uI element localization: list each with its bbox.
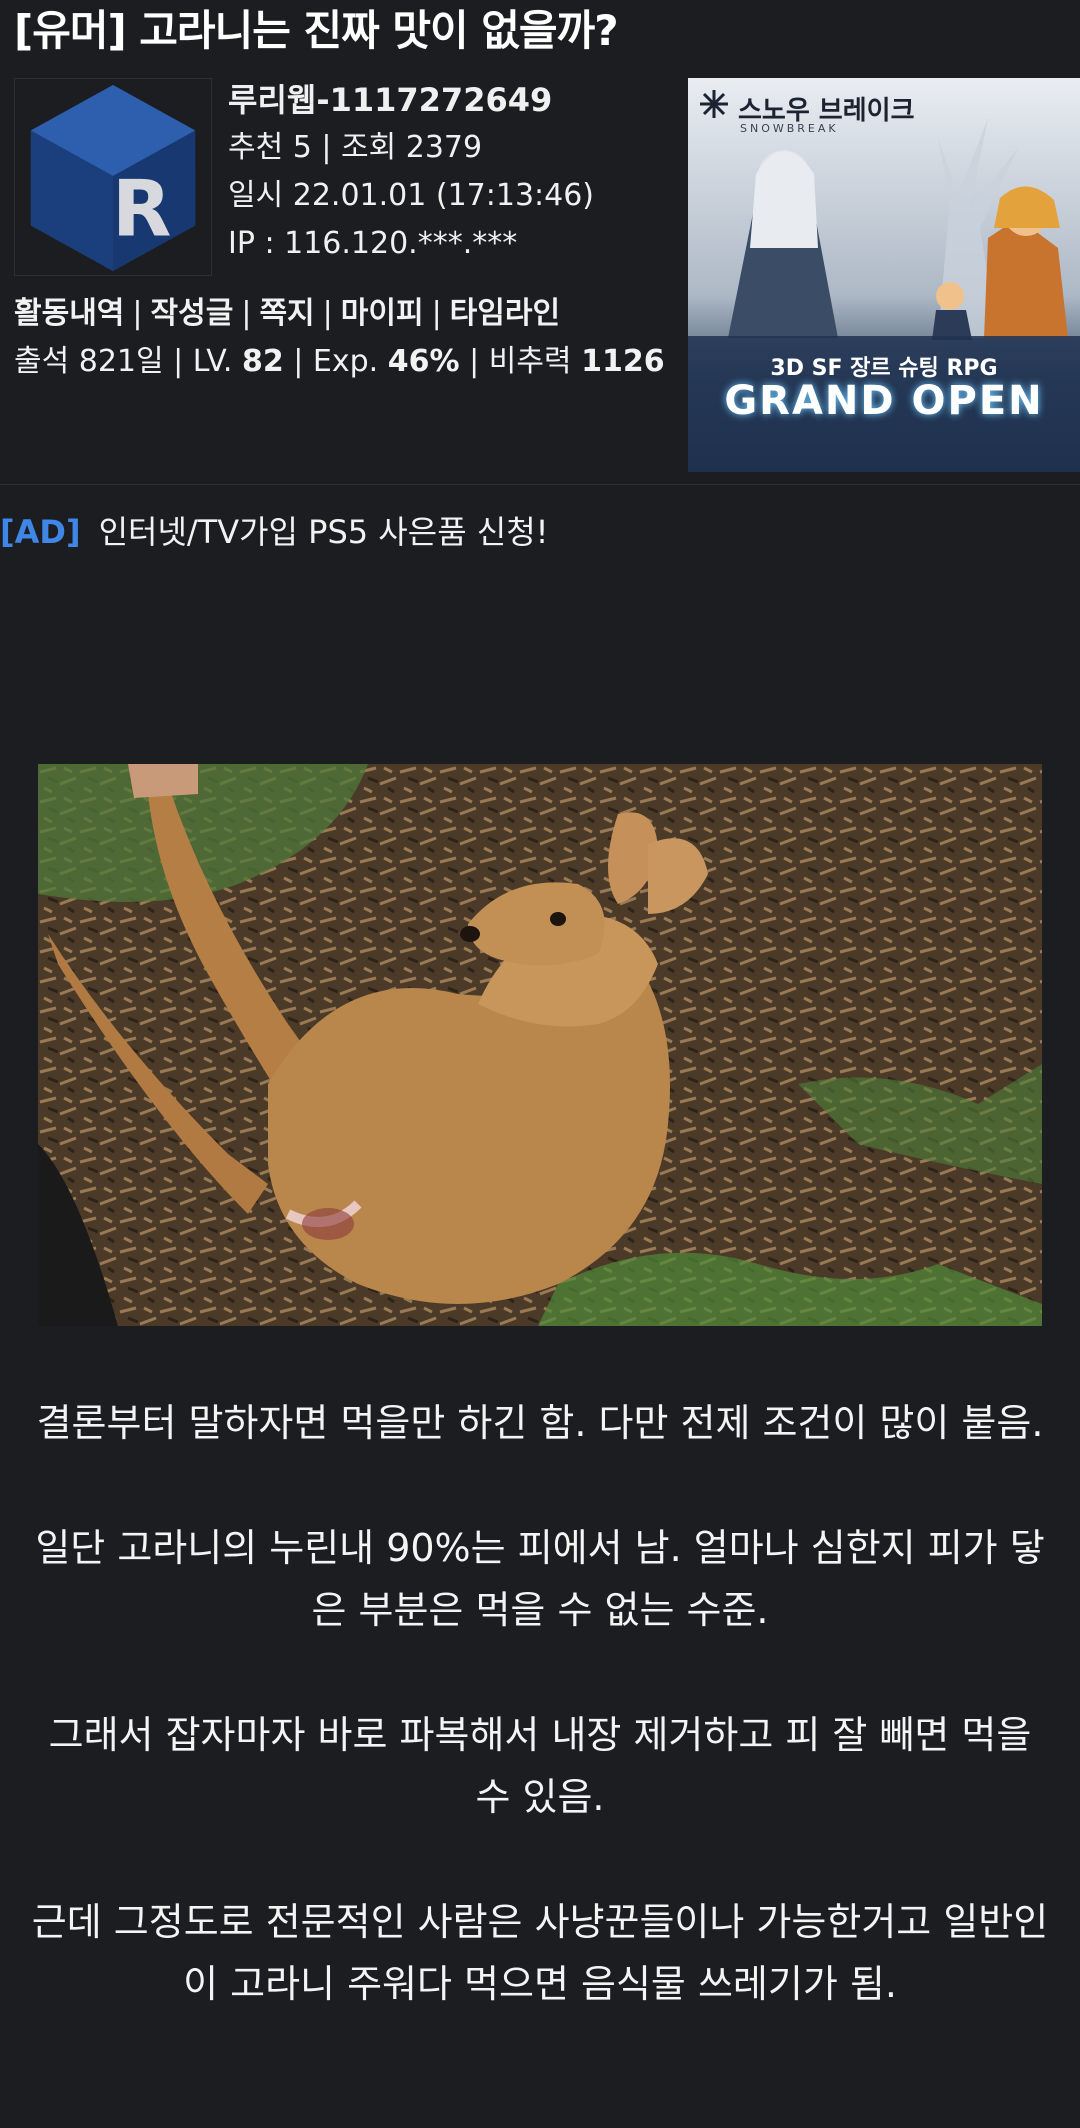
link-separator: | xyxy=(322,296,333,331)
ad-tag: [AD] xyxy=(0,513,81,551)
activity-link[interactable]: 활동내역 xyxy=(14,296,124,331)
content-paragraph: 결론부터 말하자면 먹을만 하긴 함. 다만 전제 조건이 많이 붙음. xyxy=(36,1401,1044,1445)
timeline-link[interactable]: 타임라인 xyxy=(450,296,560,331)
post-datetime: 일시 22.01.01 (17:13:46) xyxy=(228,178,595,213)
post-image xyxy=(38,764,1042,1326)
posts-link[interactable]: 작성글 xyxy=(151,296,234,331)
exp-value: 46% xyxy=(387,344,460,379)
post-content: 결론부터 말하자면 먹을만 하긴 함. 다만 전제 조건이 많이 붙음. 일단 … xyxy=(30,1392,1050,2078)
avatar-cube-icon: R xyxy=(30,84,196,272)
water-deer-photo xyxy=(38,764,1042,1326)
power-label: | 비추력 xyxy=(469,344,572,379)
profile-stats: 출석 821일 | LV. 82 | Exp. 46% | 비추력 1126 xyxy=(14,338,665,386)
snowbreak-logo-icon xyxy=(700,90,728,118)
author-nickname[interactable]: 루리웹-1117272649 xyxy=(228,76,594,124)
exp-label: | Exp. xyxy=(293,344,379,379)
link-separator: | xyxy=(241,296,252,331)
message-link[interactable]: 쪽지 xyxy=(259,296,314,331)
content-paragraph: 근데 그정도로 전문적인 사람은 사냥꾼들이나 가능한거고 일반인이 고라니 주… xyxy=(31,1900,1049,2006)
header-divider xyxy=(0,484,1080,485)
text-ad[interactable]: [AD] 인터넷/TV가입 PS5 사은품 신청! xyxy=(0,508,549,556)
content-paragraph: 일단 고라니의 누린내 90%는 피에서 남. 얼마나 심한지 피가 닿은 부분… xyxy=(35,1526,1045,1632)
author-ip: IP : 116.120.***.*** xyxy=(228,226,518,261)
banner-brand-sub: SNOWBREAK xyxy=(740,122,839,135)
link-separator: | xyxy=(132,296,143,331)
author-info: 루리웹-1117272649 추천 5 | 조회 2379 일시 22.01.0… xyxy=(228,76,594,268)
link-separator: | xyxy=(431,296,442,331)
level-value: 82 xyxy=(241,344,284,379)
attendance-count: 출석 821일 | xyxy=(14,344,184,379)
content-paragraph: 그래서 잡자마자 바로 파복해서 내장 제거하고 피 잘 빼면 먹을 수 있음. xyxy=(48,1713,1032,1819)
level-label: LV. xyxy=(192,344,233,379)
banner-headline: GRAND OPEN xyxy=(724,378,1044,424)
avatar-letter: R xyxy=(112,164,171,254)
mypi-link[interactable]: 마이피 xyxy=(341,296,424,331)
profile-links: 활동내역 | 작성글 | 쪽지 | 마이피 | 타임라인 xyxy=(14,290,560,338)
post-title: [유머] 고라니는 진짜 맛이 없을까? xyxy=(14,6,619,55)
ad-link-text[interactable]: 인터넷/TV가입 PS5 사은품 신청! xyxy=(99,513,549,551)
banner-ad[interactable]: 스노우 브레이크 SNOWBREAK 3D SF 장르 슈팅 RPG GRAND… xyxy=(688,78,1080,472)
recommend-view-count: 추천 5 | 조회 2379 xyxy=(228,130,483,165)
user-avatar[interactable]: R xyxy=(14,78,212,276)
power-value: 1126 xyxy=(581,344,665,379)
